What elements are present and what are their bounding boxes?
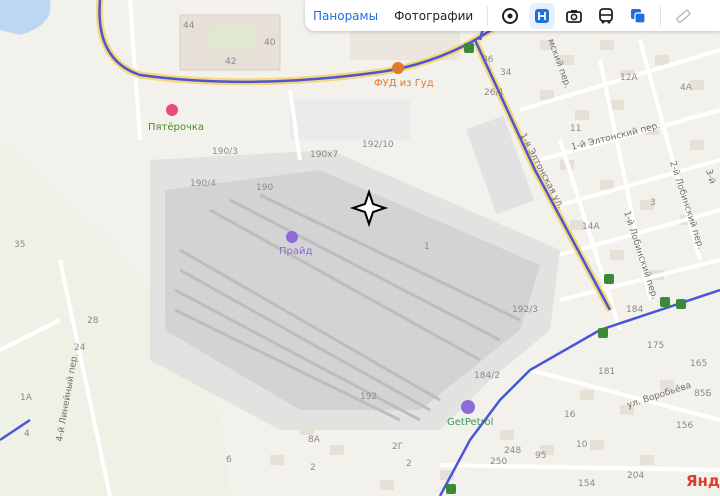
svg-text:192: 192 <box>360 392 377 402</box>
svg-text:250: 250 <box>490 457 507 467</box>
svg-text:42: 42 <box>225 57 236 67</box>
svg-text:204: 204 <box>627 471 644 481</box>
svg-text:28: 28 <box>87 316 99 326</box>
svg-text:ФУД из Гуд: ФУД из Гуд <box>374 78 434 89</box>
svg-text:44: 44 <box>183 21 195 31</box>
svg-text:192/10: 192/10 <box>362 140 394 150</box>
svg-text:190: 190 <box>256 183 273 193</box>
svg-text:2: 2 <box>310 463 316 473</box>
svg-text:184: 184 <box>626 305 643 315</box>
svg-text:10: 10 <box>576 440 588 450</box>
svg-text:95: 95 <box>535 451 546 461</box>
svg-text:16: 16 <box>564 410 576 420</box>
svg-text:1: 1 <box>424 242 430 252</box>
svg-text:154: 154 <box>578 479 595 489</box>
svg-text:4: 4 <box>24 429 30 439</box>
svg-text:1А: 1А <box>20 393 33 403</box>
svg-text:190x7: 190x7 <box>310 150 338 160</box>
toolbar-divider <box>487 5 489 26</box>
svg-text:85Б: 85Б <box>694 389 712 399</box>
svg-text:Пятёрочка: Пятёрочка <box>148 122 204 133</box>
compass-icon[interactable] <box>497 3 523 29</box>
route-icon[interactable] <box>529 2 556 29</box>
brand-logo[interactable]: Янд <box>686 472 720 490</box>
svg-text:24: 24 <box>74 343 86 353</box>
map-toolbar: Панорамы Фотографии <box>305 0 720 31</box>
svg-text:14А: 14А <box>582 222 600 232</box>
svg-text:190/4: 190/4 <box>190 179 216 189</box>
svg-text:6: 6 <box>226 455 232 465</box>
svg-text:36: 36 <box>482 55 494 65</box>
svg-text:4А: 4А <box>680 83 693 93</box>
tab-panoramas[interactable]: Панорамы <box>305 9 386 23</box>
map-canvas[interactable]: Пятёрочка ФУД из Гуд Прайд GetPetrol 1-я… <box>0 0 720 496</box>
svg-text:12А: 12А <box>620 73 638 83</box>
transit-icon[interactable] <box>593 3 619 29</box>
svg-text:26/1: 26/1 <box>484 88 504 98</box>
svg-text:Прайд: Прайд <box>279 246 312 257</box>
svg-text:175: 175 <box>647 341 664 351</box>
svg-text:2: 2 <box>406 459 412 469</box>
svg-text:40: 40 <box>264 38 276 48</box>
svg-text:181: 181 <box>598 367 615 377</box>
svg-text:35: 35 <box>14 240 25 250</box>
svg-text:GetPetrol: GetPetrol <box>447 417 493 428</box>
ruler-icon[interactable] <box>670 3 696 29</box>
svg-text:156: 156 <box>676 421 693 431</box>
svg-text:34: 34 <box>500 68 512 78</box>
svg-text:8А: 8А <box>308 435 321 445</box>
svg-text:184/2: 184/2 <box>474 371 500 381</box>
layers-icon[interactable] <box>625 3 651 29</box>
camera-icon[interactable] <box>561 3 587 29</box>
svg-text:11: 11 <box>570 124 581 134</box>
svg-text:192/3: 192/3 <box>512 305 538 315</box>
tab-photos[interactable]: Фотографии <box>386 9 481 23</box>
svg-text:165: 165 <box>690 359 707 369</box>
svg-text:3: 3 <box>650 198 656 208</box>
svg-text:190/3: 190/3 <box>212 147 238 157</box>
svg-text:248: 248 <box>504 446 521 456</box>
svg-text:2Г: 2Г <box>392 442 403 452</box>
toolbar-divider <box>660 5 662 26</box>
